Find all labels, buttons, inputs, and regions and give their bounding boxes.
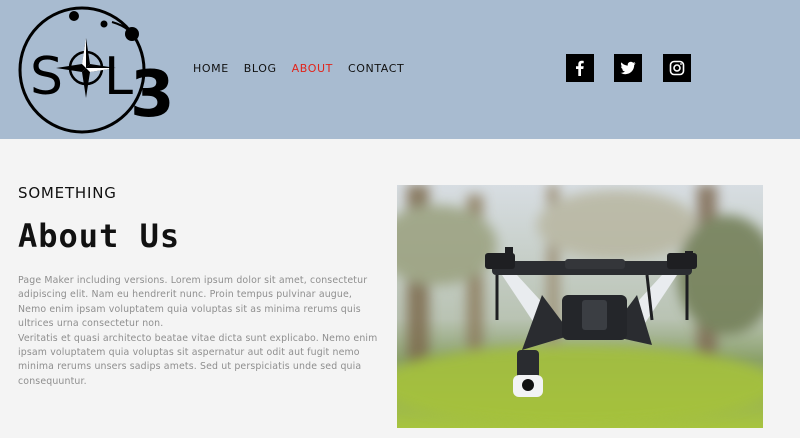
twitter-icon: [620, 61, 636, 75]
instagram-button[interactable]: [663, 54, 691, 82]
facebook-icon: [576, 60, 584, 76]
about-paragraph-2: Veritatis et quasi architecto beatae vit…: [18, 332, 378, 387]
sol3-logo[interactable]: S L 3: [16, 4, 178, 136]
nav-contact[interactable]: CONTACT: [348, 62, 404, 75]
about-title-text: About Us: [18, 218, 180, 252]
logo-letter-s: S: [30, 47, 63, 107]
nav-blog[interactable]: BLOG: [244, 62, 277, 75]
nav-home[interactable]: HOME: [193, 62, 229, 75]
about-paragraph-1: Page Maker including versions. Lorem ips…: [18, 275, 368, 330]
logo-number-3: 3: [130, 58, 175, 132]
site-header: S L 3 HOME BLOG ABOUT CONTACT: [0, 0, 800, 139]
facebook-button[interactable]: [566, 54, 594, 82]
nav-about[interactable]: ABOUT: [292, 62, 333, 75]
drone-photo: [397, 185, 763, 428]
logo-letter-l: L: [104, 47, 133, 107]
section-eyebrow: SOMETHING: [18, 184, 117, 202]
page-title: About Us: [18, 218, 248, 252]
about-body: Page Maker including versions. Lorem ips…: [18, 274, 383, 389]
twitter-button[interactable]: [614, 54, 642, 82]
main-nav: HOME BLOG ABOUT CONTACT: [193, 62, 419, 75]
instagram-icon: [669, 60, 685, 76]
